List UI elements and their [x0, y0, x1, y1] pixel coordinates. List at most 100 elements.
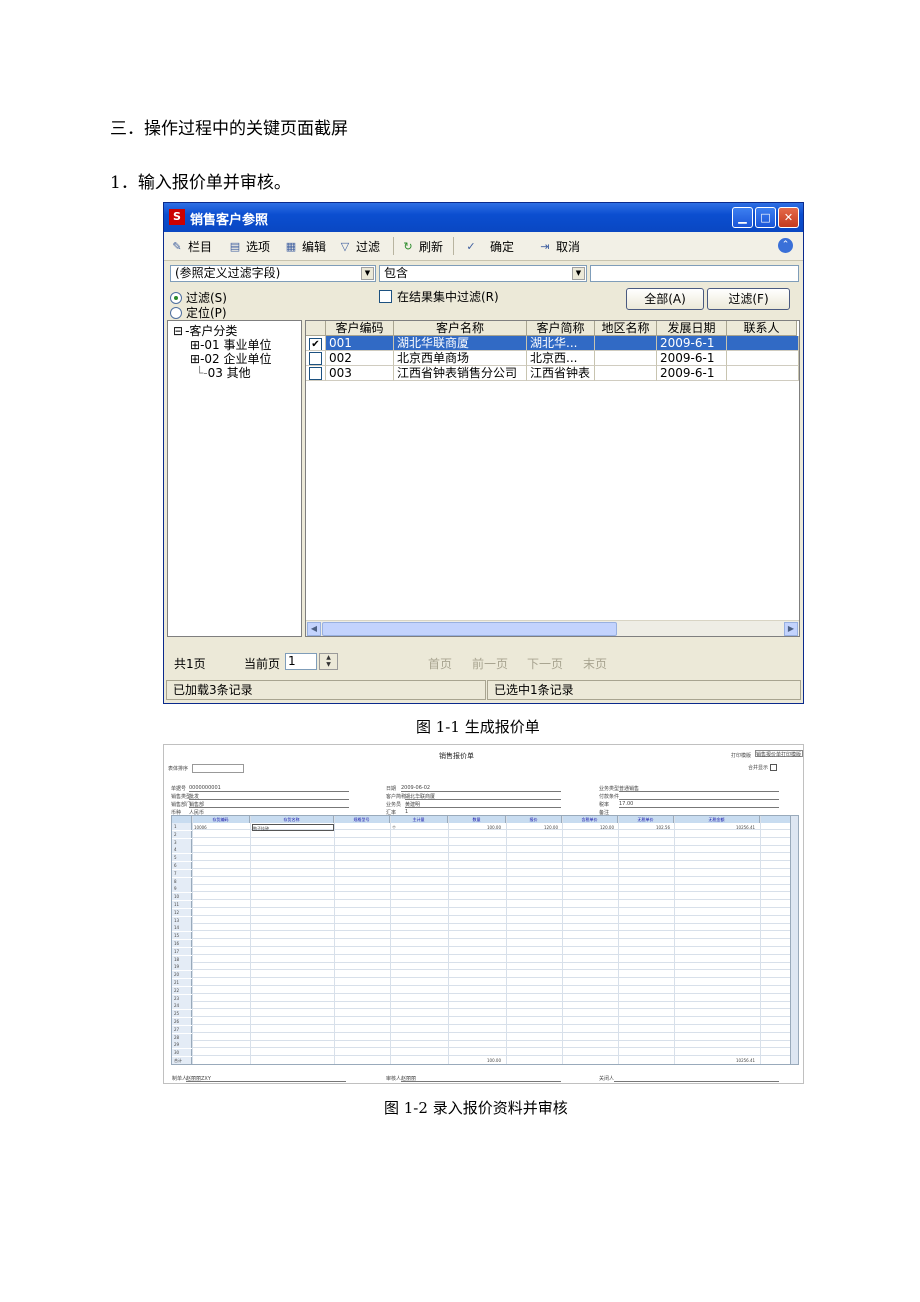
table-row[interactable]: 16	[172, 940, 792, 947]
table-row[interactable]: 13	[172, 916, 792, 924]
table-row[interactable]: 10	[172, 893, 792, 901]
column-header[interactable]: 数量	[448, 816, 506, 823]
column-header-region[interactable]: 地区名称	[595, 321, 657, 336]
scroll-thumb[interactable]	[322, 622, 617, 636]
filter-button[interactable]: 过滤(F)	[707, 288, 790, 310]
cell-region[interactable]	[595, 366, 657, 381]
table-row[interactable]: 24	[172, 1002, 792, 1010]
table-row[interactable]: 12	[172, 908, 792, 916]
columns-button[interactable]: ✎ 栏目	[170, 238, 212, 255]
cell-contact[interactable]	[727, 336, 799, 351]
column-header[interactable]: 规格型号	[334, 816, 390, 823]
column-header-name[interactable]: 客户名称	[394, 321, 527, 336]
table-row[interactable]: 30	[172, 1049, 792, 1057]
column-header[interactable]: 存货编码	[192, 816, 250, 823]
table-row[interactable]: 20	[172, 971, 792, 979]
cell-code[interactable]: 10006	[194, 824, 207, 831]
cell-amount[interactable]: 10256.41	[736, 824, 755, 831]
table-row[interactable]: 7	[172, 869, 792, 877]
column-header-code[interactable]: 客户编码	[326, 321, 394, 336]
column-header[interactable]: 无税金额	[674, 816, 760, 823]
cell-name[interactable]: 江西省钟表销售分公司	[394, 366, 527, 381]
filter-field-select[interactable]: (参照定义过滤字段) ▼	[170, 265, 376, 282]
column-header[interactable]: 无税单价	[618, 816, 674, 823]
filter-in-results-checkbox[interactable]: 在结果集中过滤(R)	[379, 288, 499, 305]
table-row[interactable]: 5	[172, 854, 792, 862]
chevron-down-icon[interactable]: ▼	[361, 267, 374, 280]
horizontal-scrollbar[interactable]: ◀ ▶	[306, 620, 799, 636]
confirm-button[interactable]: ✓ 确定	[464, 238, 514, 255]
first-page-link[interactable]: 首页	[428, 655, 452, 672]
collapse-icon[interactable]: ⌃	[778, 238, 793, 253]
cell-region[interactable]	[595, 351, 657, 366]
cell-taxprice[interactable]: 120.00	[600, 824, 614, 831]
table-row[interactable]: 4	[172, 846, 792, 854]
column-header-contact[interactable]: 联系人	[727, 321, 797, 336]
filter-operator-select[interactable]: 包含 ▼	[379, 265, 587, 282]
row-checkbox[interactable]	[306, 351, 326, 366]
cell-name[interactable]: 湖北华联商厦	[394, 336, 527, 351]
column-header[interactable]: 主计量	[390, 816, 448, 823]
column-header-short[interactable]: 客户简称	[527, 321, 595, 336]
checkbox-icon[interactable]	[309, 352, 322, 365]
column-header[interactable]: 报价	[506, 816, 562, 823]
table-row[interactable]: 6	[172, 862, 792, 869]
table-row[interactable]: 29	[172, 1041, 792, 1049]
cell-date[interactable]: 2009-6-1	[657, 351, 727, 366]
cell-contact[interactable]	[727, 366, 799, 381]
column-header[interactable]: 含税单价	[562, 816, 618, 823]
filter-criteria-input[interactable]	[590, 265, 799, 282]
table-row[interactable]: 27	[172, 1025, 792, 1033]
scroll-left-icon[interactable]: ◀	[307, 622, 321, 636]
table-row[interactable]: 28	[172, 1033, 792, 1041]
column-header-date[interactable]: 发展日期	[657, 321, 727, 336]
chevron-down-icon[interactable]: ▼	[572, 267, 585, 280]
cell-date[interactable]: 2009-6-1	[657, 366, 727, 381]
table-row[interactable]: 19	[172, 963, 792, 971]
table-row[interactable]: 21	[172, 979, 792, 986]
current-page-input[interactable]: 1	[285, 653, 317, 670]
cell-date[interactable]: 2009-6-1	[657, 336, 727, 351]
collapse-tree-icon[interactable]: ⊟	[173, 324, 183, 338]
edit-button[interactable]: ▦ 编辑	[284, 238, 326, 255]
checkbox-icon[interactable]	[309, 367, 322, 380]
sort-select[interactable]	[192, 764, 244, 773]
column-header[interactable]: 存货名称	[250, 816, 334, 823]
row-checkbox[interactable]: ✔	[306, 336, 326, 351]
last-page-link[interactable]: 末页	[583, 655, 607, 672]
scroll-right-icon[interactable]: ▶	[784, 622, 798, 636]
cell-qty[interactable]: 100.00	[487, 824, 501, 831]
cell-code[interactable]: 003	[326, 366, 394, 381]
table-row[interactable]: 15	[172, 932, 792, 940]
page-spinner[interactable]: ▲ ▼	[319, 653, 338, 670]
table-row[interactable]: 8	[172, 877, 792, 885]
cancel-button[interactable]: ⇥ 取消	[538, 238, 580, 255]
spin-up-icon[interactable]: ▲	[326, 654, 331, 661]
cell-code[interactable]: 002	[326, 351, 394, 366]
cell-contact[interactable]	[727, 351, 799, 366]
spin-down-icon[interactable]: ▼	[326, 661, 331, 668]
cell-short[interactable]: 湖北华...	[527, 336, 595, 351]
filter-tool-button[interactable]: ▽ 过滤	[338, 238, 380, 255]
table-row[interactable]: 17	[172, 947, 792, 955]
refresh-button[interactable]: ↻ 刷新	[401, 238, 443, 255]
next-page-link[interactable]: 下一页	[527, 655, 563, 672]
tree-item-03[interactable]: └-03 其他	[196, 364, 251, 381]
all-button[interactable]: 全部(A)	[626, 288, 704, 310]
table-row[interactable]: 26	[172, 1018, 792, 1025]
table-row[interactable]: 11	[172, 901, 792, 908]
table-row[interactable]: 3	[172, 838, 792, 846]
maximize-button[interactable]: □	[755, 207, 776, 228]
cell-region[interactable]	[595, 336, 657, 351]
vertical-scrollbar[interactable]	[790, 816, 798, 1064]
table-row[interactable]: 22	[172, 986, 792, 994]
cell-name[interactable]: 北京西单商场	[394, 351, 527, 366]
row-checkbox[interactable]	[306, 366, 326, 381]
close-button[interactable]: ✕	[778, 207, 799, 228]
prev-page-link[interactable]: 前一页	[472, 655, 508, 672]
cell-price[interactable]: 102.56	[656, 824, 670, 831]
cell-short[interactable]: 北京西...	[527, 351, 595, 366]
options-button[interactable]: ▤ 选项	[228, 238, 270, 255]
radio-locate[interactable]: 定位(P)	[170, 304, 227, 321]
table-row[interactable]: 18	[172, 955, 792, 963]
